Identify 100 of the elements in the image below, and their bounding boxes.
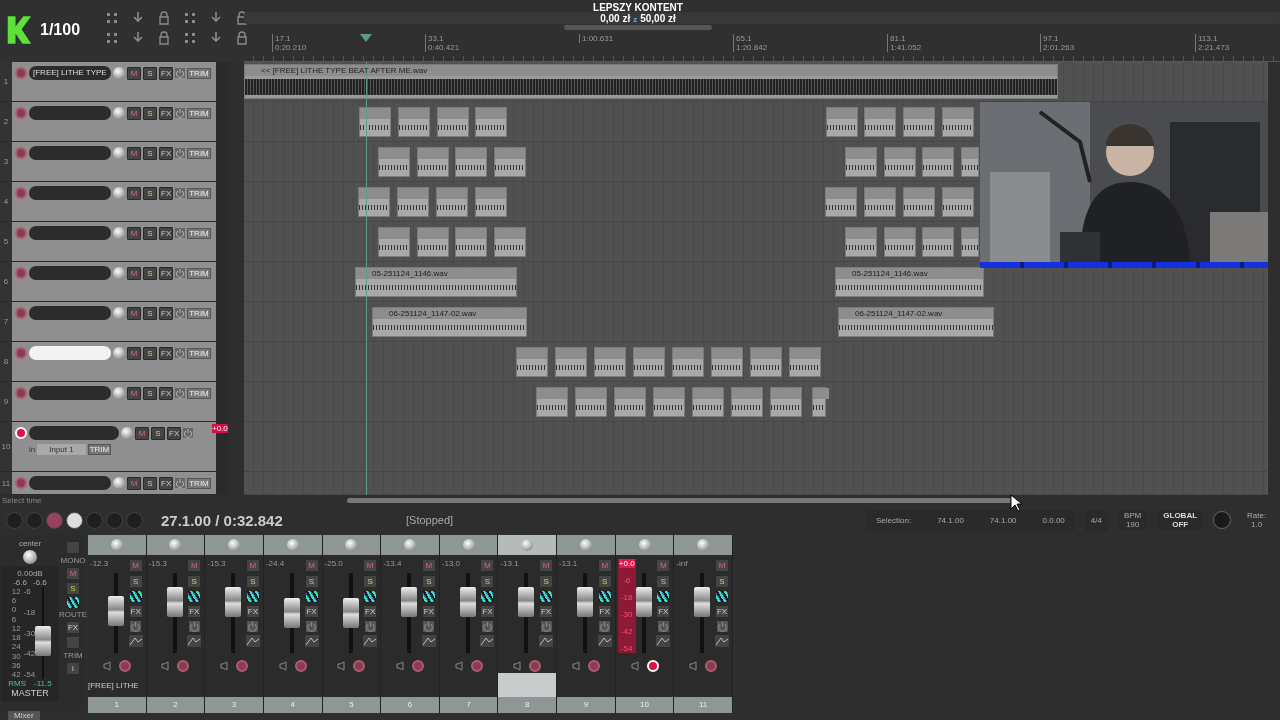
fx-button[interactable]: FX xyxy=(421,605,436,618)
audio-clip[interactable] xyxy=(750,347,782,377)
track-name-field[interactable] xyxy=(29,106,111,120)
power-icon[interactable] xyxy=(175,228,186,238)
info-button[interactable]: i xyxy=(66,662,80,675)
fader-handle[interactable] xyxy=(108,595,124,626)
solo-button[interactable]: S xyxy=(143,106,157,120)
audio-clip[interactable] xyxy=(358,187,390,217)
fx-button[interactable]: FX xyxy=(159,306,174,320)
audio-clip[interactable] xyxy=(961,147,979,177)
route-button[interactable] xyxy=(67,597,79,608)
power-icon[interactable] xyxy=(183,428,194,438)
lock-icon[interactable] xyxy=(156,30,172,46)
mixer-tab[interactable]: Mixer xyxy=(8,710,40,720)
audio-clip[interactable] xyxy=(731,387,763,417)
audio-clip[interactable] xyxy=(455,227,487,257)
route-button[interactable] xyxy=(481,591,494,602)
pan-header[interactable] xyxy=(146,535,205,555)
audio-clip[interactable] xyxy=(770,387,802,417)
track-panel[interactable]: M S FX TRIM xyxy=(12,302,216,341)
audio-clip[interactable] xyxy=(417,147,449,177)
envelope-icon[interactable] xyxy=(480,635,495,647)
volume-knob[interactable] xyxy=(113,477,125,489)
trim-button[interactable]: TRIM xyxy=(187,67,211,79)
audio-clip[interactable] xyxy=(475,107,507,137)
grid-icon[interactable] xyxy=(104,10,120,26)
trim-button[interactable]: TRIM xyxy=(187,267,211,279)
envelope-icon[interactable] xyxy=(245,635,260,647)
route-button[interactable] xyxy=(422,591,435,602)
track-panel[interactable]: M S FX TRIM xyxy=(12,182,216,221)
track-name-field[interactable]: [FREE] LITHE TYPE xyxy=(29,66,111,80)
audio-clip[interactable] xyxy=(475,187,507,217)
fx-button[interactable]: FX xyxy=(65,621,81,634)
audio-clip[interactable]: 05-251124_1146.wav xyxy=(355,267,517,297)
fx-button[interactable]: FX xyxy=(245,605,260,618)
solo-button[interactable]: S xyxy=(304,575,319,588)
power-icon[interactable] xyxy=(247,621,259,632)
power-icon[interactable] xyxy=(364,621,376,632)
track-name-field[interactable] xyxy=(29,346,111,360)
time-signature[interactable]: 4/4 xyxy=(1084,509,1108,531)
solo-button[interactable]: S xyxy=(143,476,157,490)
solo-button[interactable]: S xyxy=(245,575,260,588)
track-panel[interactable]: M S FX TRIM xyxy=(12,472,216,494)
track-name-field[interactable] xyxy=(29,476,111,490)
envelope-icon[interactable] xyxy=(363,635,378,647)
solo-button[interactable]: S xyxy=(597,575,612,588)
audio-clip[interactable] xyxy=(884,147,916,177)
volume-knob[interactable] xyxy=(113,347,125,359)
speaker-icon[interactable] xyxy=(513,661,522,671)
power-icon[interactable] xyxy=(175,308,186,318)
trim-button[interactable]: TRIM xyxy=(187,107,211,119)
solo-button[interactable]: S xyxy=(187,575,202,588)
solo-button[interactable]: S xyxy=(656,575,671,588)
play-icon[interactable] xyxy=(66,511,83,529)
fx-button[interactable]: FX xyxy=(159,346,174,360)
power-icon[interactable] xyxy=(175,348,186,358)
route-button[interactable] xyxy=(129,591,142,602)
fx-button[interactable]: FX xyxy=(159,146,174,160)
audio-clip[interactable] xyxy=(864,187,896,217)
envelope-icon[interactable] xyxy=(656,635,671,647)
track-name-field[interactable] xyxy=(29,266,111,280)
power-icon[interactable] xyxy=(599,621,611,632)
audio-clip[interactable] xyxy=(633,347,665,377)
audio-clip[interactable] xyxy=(711,347,743,377)
audio-clip[interactable] xyxy=(864,107,896,137)
fader-handle[interactable] xyxy=(342,598,359,628)
track-panel[interactable]: M S FX TRIM xyxy=(12,102,216,141)
route-button[interactable] xyxy=(657,591,670,602)
solo-button[interactable]: S xyxy=(715,575,729,588)
fx-button[interactable]: FX xyxy=(363,605,378,618)
volume-knob[interactable] xyxy=(113,107,125,119)
pan-header[interactable] xyxy=(322,535,381,555)
fx-button[interactable]: FX xyxy=(159,106,174,120)
pan-header[interactable] xyxy=(439,535,498,555)
power-icon[interactable] xyxy=(481,621,493,632)
volume-knob[interactable] xyxy=(113,147,125,159)
power-icon[interactable] xyxy=(188,621,200,632)
fx-button[interactable]: FX xyxy=(304,605,319,618)
fx-button[interactable]: FX xyxy=(159,476,174,490)
audio-clip[interactable]: << [FREE] LITHE TYPE BEAT AFTER ME.wav xyxy=(244,64,1058,99)
tempo-panel[interactable]: BPM 190 xyxy=(1117,510,1148,530)
power-icon[interactable] xyxy=(175,148,186,158)
audio-clip[interactable] xyxy=(614,387,646,417)
fader-handle[interactable] xyxy=(35,625,52,656)
speaker-icon[interactable] xyxy=(454,661,463,671)
audio-clip[interactable] xyxy=(575,387,607,417)
track-panel[interactable]: M S FX TRIM xyxy=(12,342,216,381)
fx-button[interactable]: FX xyxy=(159,186,174,200)
audio-clip[interactable] xyxy=(845,227,877,257)
volume-knob[interactable] xyxy=(113,307,125,319)
audio-clip[interactable] xyxy=(789,347,821,377)
playhead-icon[interactable] xyxy=(360,34,372,42)
pan-header[interactable] xyxy=(615,535,674,555)
power-icon[interactable] xyxy=(423,621,435,632)
speaker-icon[interactable] xyxy=(220,661,229,671)
track-name-field[interactable] xyxy=(29,226,111,240)
power-icon[interactable] xyxy=(657,621,669,632)
selection-end[interactable]: 74.1.00 xyxy=(989,515,1017,525)
audio-clip[interactable] xyxy=(922,147,954,177)
power-icon[interactable] xyxy=(175,388,186,398)
